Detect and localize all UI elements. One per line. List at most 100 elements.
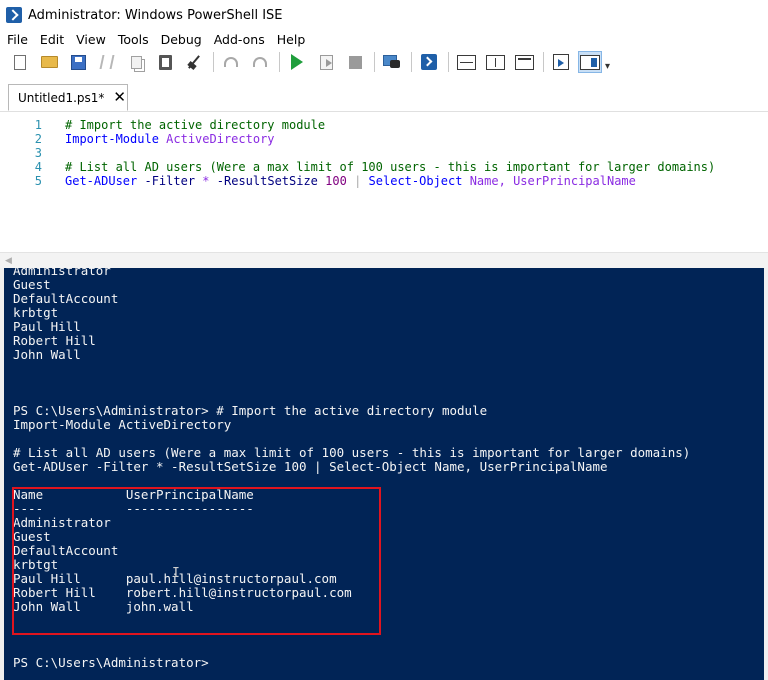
menu-help[interactable]: Help	[271, 32, 312, 47]
new-button[interactable]	[8, 51, 32, 73]
code-token: # List all AD users (Were a max limit of…	[65, 160, 716, 174]
console-output-line: DefaultAccount	[13, 543, 119, 558]
menu-debug[interactable]: Debug	[155, 32, 208, 47]
editor-line: 1 # Import the active directory module	[0, 118, 325, 132]
console-output-line: Import-Module ActiveDirectory	[13, 417, 232, 432]
cut-icon	[99, 55, 115, 69]
code-text: Import-Module ActiveDirectory	[65, 132, 275, 146]
save-button[interactable]	[66, 51, 90, 73]
code-token: # Import the active directory module	[65, 118, 326, 132]
editor-line: 3	[0, 146, 65, 160]
stop-icon	[348, 55, 362, 69]
line-number: 3	[34, 146, 42, 160]
copy-icon	[130, 55, 142, 69]
copy-button[interactable]	[124, 51, 148, 73]
run-selection-button[interactable]	[314, 51, 338, 73]
toolbar-separator	[411, 52, 412, 72]
code-token: Select-Object	[368, 174, 463, 188]
code-token: -ResultSetSize	[216, 174, 318, 188]
console-output-line: krbtgt	[13, 557, 59, 572]
open-icon	[40, 56, 58, 68]
clear-console-button[interactable]	[182, 51, 206, 73]
console-output-line: John Wall john.wall	[13, 599, 194, 614]
console-output-line: DefaultAccount	[13, 291, 119, 306]
console-output-line: ---- -----------------	[13, 501, 254, 516]
menu-tools[interactable]: Tools	[112, 32, 155, 47]
show-script-pane-button[interactable]	[549, 51, 573, 73]
toolbar-separator	[374, 52, 375, 72]
console-output-line: Guest	[13, 277, 51, 292]
script-editor[interactable]: 1 # Import the active directory module 2 Im…	[0, 112, 768, 252]
menu-file[interactable]: File	[0, 32, 34, 47]
stop-button[interactable]	[343, 51, 367, 73]
layout-maximized-icon	[514, 54, 534, 70]
close-icon[interactable]: ✕	[113, 90, 126, 105]
cut-button[interactable]	[95, 51, 119, 73]
save-icon	[70, 54, 86, 70]
paste-button[interactable]	[153, 51, 177, 73]
toolbar-separator	[448, 52, 449, 72]
line-number: 5	[34, 174, 42, 188]
console-output-line: Robert Hill robert.hill@instructorpaul.c…	[13, 585, 352, 600]
console-output-line: Name UserPrincipalName	[13, 487, 254, 502]
layout-right-button[interactable]	[483, 51, 507, 73]
layout-maximized-button[interactable]	[512, 51, 536, 73]
console-output-line: Administrator	[13, 515, 111, 530]
line-number: 2	[34, 132, 42, 146]
console-output-line: Get-ADUser -Filter * -ResultSetSize 100 …	[13, 459, 608, 474]
console-output-line: Paul Hill	[13, 319, 81, 334]
redo-icon	[253, 57, 267, 67]
redo-button[interactable]	[248, 51, 272, 73]
code-text: Get-ADUser -Filter * -ResultSetSize 100 …	[65, 174, 636, 188]
start-powershell-button[interactable]	[417, 51, 441, 73]
powershell-app-icon	[6, 7, 22, 23]
menu-view[interactable]: View	[70, 32, 112, 47]
window-title: Administrator: Windows PowerShell ISE	[28, 7, 283, 23]
code-token: Get-ADUser	[65, 174, 138, 188]
line-number: 1	[34, 118, 42, 132]
scroll-left-icon[interactable]: ◀	[5, 256, 12, 266]
toolbar-overflow-icon[interactable]: ▾	[605, 61, 610, 72]
toolbar-separator	[543, 52, 544, 72]
new-icon	[14, 54, 26, 70]
show-command-addon-button[interactable]	[578, 51, 602, 73]
tab-label: Untitled1.ps1*	[18, 90, 105, 105]
paste-icon	[158, 54, 172, 70]
new-remote-tab-button[interactable]	[380, 51, 404, 73]
editor-horizontal-scrollbar[interactable]: ◀	[0, 252, 768, 268]
console-pane[interactable]	[0, 268, 768, 680]
code-token: -Filter	[144, 174, 196, 188]
run-selection-icon	[319, 54, 333, 70]
menu-edit[interactable]: Edit	[34, 32, 70, 47]
layout-top-button[interactable]	[454, 51, 478, 73]
run-script-icon	[291, 54, 303, 70]
clear-console-icon	[186, 54, 202, 70]
title-bar: Administrator: Windows PowerShell ISE	[0, 0, 768, 30]
editor-line: 5 Get-ADUser -Filter * -ResultSetSize 100…	[0, 174, 636, 188]
toolbar: ▾	[0, 48, 768, 76]
show-script-pane-icon	[553, 54, 569, 70]
open-button[interactable]	[37, 51, 61, 73]
code-token: Name,	[469, 174, 506, 188]
layout-right-icon	[485, 54, 505, 70]
console-output-line: # List all AD users (Were a max limit of…	[13, 445, 691, 460]
code-token: Import-Module	[65, 132, 159, 146]
tab-untitled1[interactable]: Untitled1.ps1* ✕	[8, 84, 128, 111]
code-token: ActiveDirectory	[166, 132, 275, 146]
console-output-line: PS C:\Users\Administrator> # Import the …	[13, 403, 488, 418]
run-script-button[interactable]	[285, 51, 309, 73]
menu-add-ons[interactable]: Add-ons	[208, 32, 271, 47]
console-output-line: Administrator	[13, 263, 111, 278]
layout-top-icon	[456, 54, 476, 70]
script-tab-strip: Untitled1.ps1* ✕	[0, 78, 768, 112]
undo-icon	[224, 57, 238, 67]
toolbar-separator	[279, 52, 280, 72]
undo-button[interactable]	[219, 51, 243, 73]
code-text: # Import the active directory module	[65, 118, 325, 132]
console-output-line: PS C:\Users\Administrator>	[13, 655, 209, 670]
